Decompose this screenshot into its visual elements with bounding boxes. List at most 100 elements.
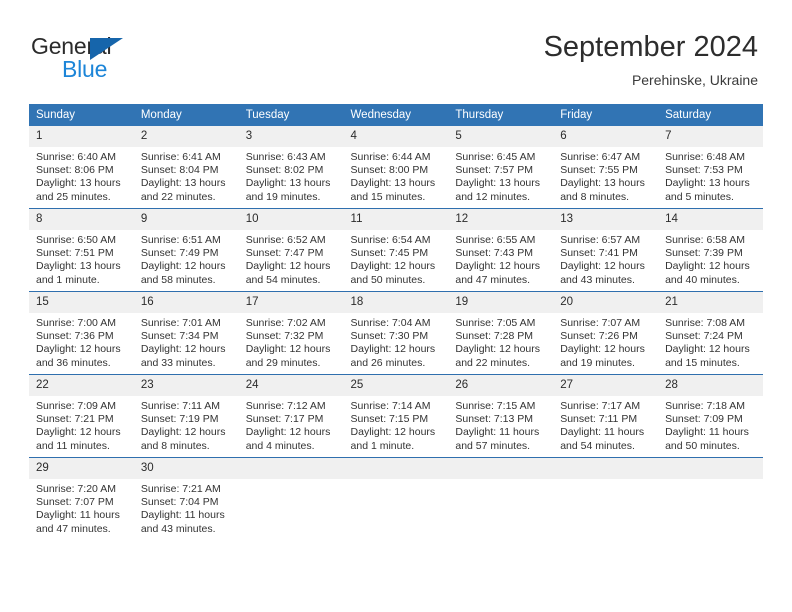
calendar-day-cell[interactable]: 1 Sunrise: 6:40 AM Sunset: 8:06 PM Daylight… — [29, 126, 134, 209]
calendar-day-cell[interactable] — [553, 457, 659, 540]
sunrise-text: Sunrise: 6:50 AM — [36, 234, 116, 246]
sunrise-text: Sunrise: 7:12 AM — [245, 400, 326, 412]
day-details: Sunrise: 6:57 AM Sunset: 7:41 PM Daylight:… — [553, 230, 658, 287]
calendar-day-cell[interactable]: 6 Sunrise: 6:47 AM Sunset: 7:55 PM Daylight… — [553, 126, 659, 209]
calendar-day-cell[interactable]: 27 Sunrise: 7:17 AM Sunset: 7:11 PM Dayligh… — [553, 374, 659, 458]
day-cell-inner: 20 Sunrise: 7:07 AM Sunset: 7:26 PM Dayligh… — [553, 292, 659, 374]
calendar-day-cell[interactable]: 24 Sunrise: 7:12 AM Sunset: 7:17 PM Dayligh… — [238, 374, 344, 458]
calendar-day-cell[interactable]: 9 Sunrise: 6:51 AM Sunset: 7:49 PM Daylight… — [133, 208, 239, 292]
daylight-text-line2: and 8 minutes. — [140, 439, 210, 452]
calendar-day-cell[interactable]: 5 Sunrise: 6:45 AM Sunset: 7:57 PM Daylight… — [448, 126, 554, 209]
sunrise-text: Sunrise: 7:01 AM — [140, 317, 221, 329]
daylight-text-line2: and 1 minute. — [350, 439, 415, 452]
daylight-text-line2: and 12 minutes. — [455, 190, 531, 203]
calendar-day-cell[interactable]: 28 Sunrise: 7:18 AM Sunset: 7:09 PM Dayligh… — [658, 374, 763, 458]
day-number: 18 — [343, 292, 449, 313]
sunset-text: Sunset: 7:11 PM — [560, 413, 638, 426]
sunrise-text: Sunrise: 7:17 AM — [560, 400, 641, 412]
calendar-day-cell[interactable]: 29 Sunrise: 7:20 AM Sunset: 7:07 PM Dayligh… — [29, 457, 134, 540]
daylight-text-line1: Daylight: 12 hours — [560, 260, 645, 273]
calendar-day-cell[interactable]: 19 Sunrise: 7:05 AM Sunset: 7:28 PM Dayligh… — [448, 291, 554, 375]
calendar-day-cell[interactable]: 2 Sunrise: 6:41 AM Sunset: 8:04 PM Daylight… — [133, 126, 239, 209]
daylight-text-line1: Daylight: 13 hours — [665, 177, 750, 190]
sunset-text: Sunset: 7:09 PM — [665, 413, 743, 426]
sunset-text: Sunset: 7:34 PM — [140, 330, 219, 343]
sunset-text: Sunset: 7:24 PM — [665, 330, 743, 343]
calendar-day-cell[interactable]: 10 Sunrise: 6:52 AM Sunset: 7:47 PM Dayligh… — [238, 208, 344, 292]
weekday-header-monday: Monday — [133, 104, 239, 126]
calendar-day-cell[interactable]: 12 Sunrise: 6:55 AM Sunset: 7:43 PM Dayligh… — [448, 208, 554, 292]
sunrise-text: Sunrise: 6:45 AM — [455, 151, 536, 163]
day-details: Sunrise: 7:17 AM Sunset: 7:11 PM Daylight:… — [553, 396, 658, 453]
day-number: 2 — [133, 126, 239, 147]
day-number: 12 — [448, 209, 554, 230]
calendar-day-cell[interactable] — [658, 457, 763, 540]
calendar-day-cell[interactable] — [448, 457, 554, 540]
sunrise-text: Sunrise: 7:15 AM — [455, 400, 536, 412]
sunrise-text: Sunrise: 7:18 AM — [665, 400, 746, 412]
sunset-text: Sunset: 7:43 PM — [455, 247, 534, 260]
calendar-day-cell[interactable]: 7 Sunrise: 6:48 AM Sunset: 7:53 PM Daylight… — [658, 126, 763, 209]
sunrise-text: Sunrise: 6:58 AM — [665, 234, 746, 246]
sunrise-text: Sunrise: 7:02 AM — [245, 317, 326, 329]
calendar-day-cell[interactable]: 3 Sunrise: 6:43 AM Sunset: 8:02 PM Daylight… — [238, 126, 344, 209]
calendar-day-cell[interactable]: 25 Sunrise: 7:14 AM Sunset: 7:15 PM Dayligh… — [343, 374, 449, 458]
day-number: 29 — [29, 458, 134, 479]
sunset-text: Sunset: 7:47 PM — [245, 247, 324, 260]
sunrise-text: Sunrise: 7:11 AM — [140, 400, 221, 412]
daylight-text-line2: and 8 minutes. — [560, 190, 630, 203]
day-details: Sunrise: 7:18 AM Sunset: 7:09 PM Daylight:… — [658, 396, 763, 453]
day-number: 19 — [448, 292, 554, 313]
calendar-day-cell[interactable] — [343, 457, 449, 540]
sunset-text: Sunset: 7:15 PM — [350, 413, 429, 426]
sunset-text: Sunset: 7:13 PM — [455, 413, 534, 426]
calendar-day-cell[interactable]: 18 Sunrise: 7:04 AM Sunset: 7:30 PM Dayligh… — [343, 291, 449, 375]
daylight-text-line2: and 22 minutes. — [455, 356, 531, 369]
daylight-text-line1: Daylight: 12 hours — [245, 343, 331, 356]
calendar-day-cell[interactable]: 17 Sunrise: 7:02 AM Sunset: 7:32 PM Dayligh… — [238, 291, 344, 375]
day-details: Sunrise: 6:55 AM Sunset: 7:43 PM Daylight:… — [448, 230, 553, 287]
day-number: 25 — [343, 375, 449, 396]
calendar-day-cell[interactable]: 30 Sunrise: 7:21 AM Sunset: 7:04 PM Dayligh… — [133, 457, 239, 540]
sunset-text: Sunset: 8:06 PM — [36, 164, 114, 177]
daylight-text-line2: and 26 minutes. — [350, 356, 426, 369]
day-cell-inner: 14 Sunrise: 6:58 AM Sunset: 7:39 PM Dayligh… — [658, 209, 763, 291]
calendar-day-cell[interactable]: 8 Sunrise: 6:50 AM Sunset: 7:51 PM Daylight… — [29, 208, 134, 292]
calendar-day-cell[interactable]: 11 Sunrise: 6:54 AM Sunset: 7:45 PM Dayligh… — [343, 208, 449, 292]
calendar-page: General Blue September 2024 Perehinske, … — [0, 0, 792, 612]
day-cell-inner: 13 Sunrise: 6:57 AM Sunset: 7:41 PM Dayligh… — [553, 209, 659, 291]
day-cell-inner — [448, 458, 554, 540]
daylight-text-line2: and 22 minutes. — [140, 190, 216, 203]
calendar-table: Sunday Monday Tuesday Wednesday Thursday… — [29, 104, 763, 540]
sunrise-text: Sunrise: 6:40 AM — [36, 151, 116, 163]
daylight-text-line1: Daylight: 12 hours — [665, 260, 750, 273]
calendar-day-cell[interactable]: 20 Sunrise: 7:07 AM Sunset: 7:26 PM Dayligh… — [553, 291, 659, 375]
day-details: Sunrise: 6:43 AM Sunset: 8:02 PM Daylight:… — [239, 147, 344, 204]
day-details: Sunrise: 7:04 AM Sunset: 7:30 PM Daylight:… — [344, 313, 449, 370]
day-details: Sunrise: 7:08 AM Sunset: 7:24 PM Daylight:… — [658, 313, 763, 370]
calendar-day-cell[interactable]: 4 Sunrise: 6:44 AM Sunset: 8:00 PM Daylight… — [343, 126, 449, 209]
calendar-day-cell[interactable]: 21 Sunrise: 7:08 AM Sunset: 7:24 PM Dayligh… — [658, 291, 763, 375]
day-cell-inner: 23 Sunrise: 7:11 AM Sunset: 7:19 PM Dayligh… — [133, 375, 239, 457]
sunset-text: Sunset: 7:36 PM — [36, 330, 114, 343]
calendar-day-cell[interactable]: 26 Sunrise: 7:15 AM Sunset: 7:13 PM Dayligh… — [448, 374, 554, 458]
sunset-text: Sunset: 7:49 PM — [140, 247, 219, 260]
general-blue-logo[interactable]: General Blue — [31, 33, 211, 83]
sunrise-text: Sunrise: 7:04 AM — [350, 317, 431, 329]
calendar-day-cell[interactable]: 16 Sunrise: 7:01 AM Sunset: 7:34 PM Dayligh… — [133, 291, 239, 375]
day-number: 21 — [658, 292, 763, 313]
calendar-day-cell[interactable]: 15 Sunrise: 7:00 AM Sunset: 7:36 PM Dayligh… — [29, 291, 134, 375]
calendar-day-cell[interactable]: 14 Sunrise: 6:58 AM Sunset: 7:39 PM Dayligh… — [658, 208, 763, 292]
day-cell-inner: 1 Sunrise: 6:40 AM Sunset: 8:06 PM Daylight… — [29, 126, 134, 208]
sunrise-text: Sunrise: 7:09 AM — [36, 400, 116, 412]
calendar-day-cell[interactable]: 23 Sunrise: 7:11 AM Sunset: 7:19 PM Dayligh… — [133, 374, 239, 458]
day-details: Sunrise: 7:02 AM Sunset: 7:32 PM Daylight:… — [239, 313, 344, 370]
calendar-day-cell[interactable] — [238, 457, 344, 540]
calendar-day-cell[interactable]: 22 Sunrise: 7:09 AM Sunset: 7:21 PM Dayligh… — [29, 374, 134, 458]
daylight-text-line1: Daylight: 13 hours — [36, 260, 121, 273]
sunset-text: Sunset: 7:53 PM — [665, 164, 743, 177]
day-number: 17 — [238, 292, 344, 313]
day-cell-inner: 27 Sunrise: 7:17 AM Sunset: 7:11 PM Dayligh… — [553, 375, 659, 457]
calendar-day-cell[interactable]: 13 Sunrise: 6:57 AM Sunset: 7:41 PM Dayligh… — [553, 208, 659, 292]
day-details: Sunrise: 6:45 AM Sunset: 7:57 PM Daylight:… — [448, 147, 553, 204]
